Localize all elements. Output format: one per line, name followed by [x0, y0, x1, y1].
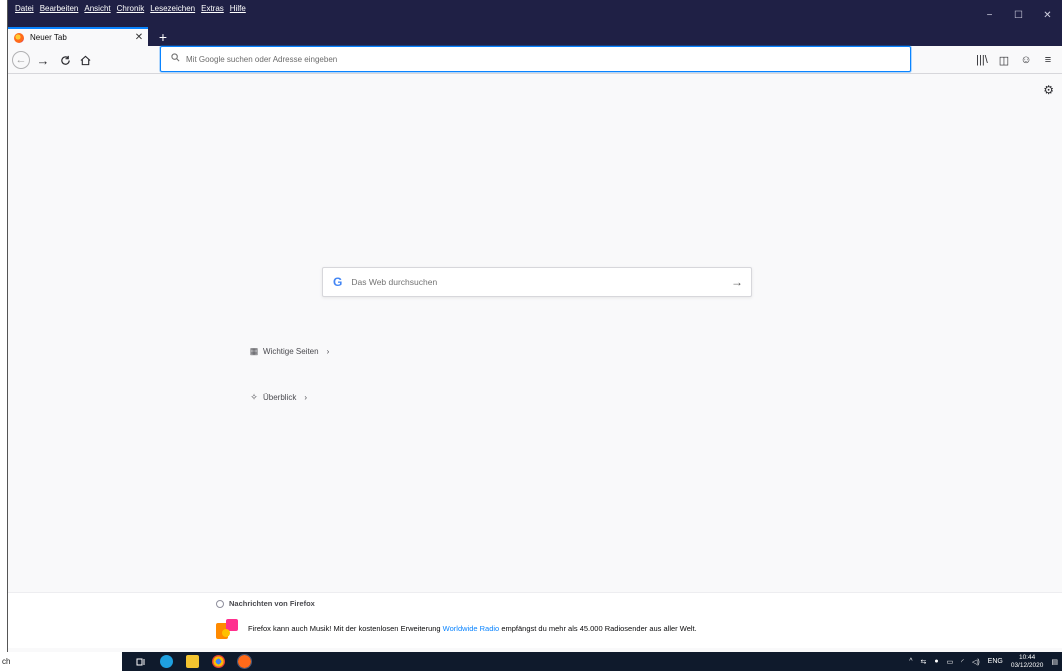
grid-icon: ▦ — [249, 346, 259, 356]
security-icon[interactable]: ● — [934, 658, 938, 665]
edge-icon[interactable] — [160, 655, 173, 668]
firefox-taskbar-icon[interactable] — [237, 654, 252, 669]
tab-label: Neuer Tab — [30, 33, 67, 42]
network-devices-icon[interactable]: ⇆ — [920, 658, 926, 666]
menu-datei[interactable]: Datei — [12, 0, 37, 21]
settings-gear-icon[interactable]: ⚙ — [1043, 83, 1054, 97]
firefox-outline-icon — [216, 599, 224, 608]
toolbar-right: |||\ ◫ ☺ ≡ — [974, 50, 1056, 70]
firefox-window: Datei Bearbeiten Ansicht Chronik Lesezei… — [8, 0, 1062, 648]
new-tab-page: ⚙ G → ▦ Wichtige Seiten › ✧ Überblick › … — [8, 75, 1062, 648]
chevron-right-icon: › — [304, 393, 308, 402]
menu-extras[interactable]: Extras — [198, 0, 227, 21]
tab-close-icon[interactable]: ✕ — [132, 32, 146, 43]
system-tray: ^ ⇆ ● ▭ ◜ ◁) ENG 10:44 03/12/2020 ▤ — [909, 652, 1058, 671]
clock-time: 10:44 — [1018, 653, 1036, 661]
battery-icon[interactable]: ▭ — [947, 658, 954, 666]
navigation-toolbar: ← → |||\ ◫ ☺ ≡ — [8, 46, 1062, 74]
url-bar[interactable] — [160, 46, 911, 72]
windows-taskbar: ch ^ ⇆ ● ▭ ◜ ◁) ENG 10:44 03/12/2020 ▤ — [0, 652, 1062, 671]
google-logo-icon: G — [333, 275, 343, 289]
reload-button[interactable] — [55, 50, 75, 70]
screen: Datei Bearbeiten Ansicht Chronik Lesezei… — [0, 0, 1062, 671]
search-icon — [171, 53, 180, 65]
hamburger-menu-icon[interactable]: ≡ — [1040, 50, 1056, 70]
chevron-right-icon: › — [326, 347, 330, 356]
menu-hilfe[interactable]: Hilfe — [227, 0, 249, 21]
reload-icon — [60, 55, 70, 65]
menu-ansicht[interactable]: Ansicht — [81, 0, 113, 21]
snippet-heading: Nachrichten von Firefox — [216, 599, 315, 608]
web-search-input[interactable] — [351, 277, 723, 287]
window-controls: − ☐ ✕ — [975, 0, 1062, 30]
search-go-arrow-icon[interactable]: → — [723, 275, 751, 289]
forward-button[interactable]: → — [33, 50, 53, 70]
sidebar-icon[interactable]: ◫ — [996, 50, 1012, 70]
library-icon[interactable]: |||\ — [974, 50, 990, 70]
maximize-button[interactable]: ☐ — [1004, 0, 1033, 30]
menu-bar: Datei Bearbeiten Ansicht Chronik Lesezei… — [8, 0, 249, 24]
web-search-box[interactable]: G → — [322, 267, 752, 297]
top-sites-label: Wichtige Seiten — [263, 347, 319, 356]
tab-neuer-tab[interactable]: Neuer Tab ✕ — [8, 27, 148, 46]
minimize-button[interactable]: − — [975, 0, 1004, 30]
firefox-snippet: Nachrichten von Firefox Firefox kann auc… — [8, 592, 1062, 648]
worldwide-radio-link[interactable]: Worldwide Radio — [443, 624, 500, 633]
language-indicator[interactable]: ENG — [988, 658, 1003, 665]
close-button[interactable]: ✕ — [1033, 0, 1062, 30]
home-icon — [80, 55, 90, 65]
taskbar-apps — [134, 654, 252, 669]
wifi-icon[interactable]: ◜ — [961, 658, 964, 666]
menu-bearbeiten[interactable]: Bearbeiten — [37, 0, 82, 21]
puzzle-piece-icon — [214, 615, 240, 641]
highlights-toggle[interactable]: ✧ Überblick › — [249, 392, 307, 403]
clock-date: 03/12/2020 — [1010, 661, 1044, 669]
snippet-text: Firefox kann auch Musik! Mit der kostenl… — [248, 623, 697, 633]
title-bar: Datei Bearbeiten Ansicht Chronik Lesezei… — [8, 0, 1062, 46]
menu-chronik[interactable]: Chronik — [114, 0, 148, 21]
home-button[interactable] — [75, 50, 95, 70]
sparkle-icon: ✧ — [250, 392, 258, 402]
url-input[interactable] — [186, 54, 910, 64]
top-sites-toggle[interactable]: ▦ Wichtige Seiten › — [249, 346, 330, 357]
file-explorer-icon[interactable] — [186, 655, 199, 668]
firefox-icon — [14, 32, 24, 43]
notifications-icon[interactable]: ▤ — [1051, 658, 1058, 666]
taskbar-search[interactable]: ch — [0, 652, 122, 671]
highlights-label: Überblick — [263, 393, 297, 402]
account-icon[interactable]: ☺ — [1018, 50, 1034, 70]
tray-chevron-icon[interactable]: ^ — [909, 658, 912, 665]
snippet-body: Firefox kann auch Musik! Mit der kostenl… — [214, 615, 697, 641]
back-button[interactable]: ← — [12, 51, 30, 69]
chrome-icon[interactable] — [212, 655, 225, 668]
task-view-icon[interactable] — [134, 655, 147, 668]
snippet-heading-text: Nachrichten von Firefox — [229, 599, 315, 608]
menu-lesezeichen[interactable]: Lesezeichen — [147, 0, 198, 21]
window-left-edge — [0, 0, 8, 652]
new-tab-button[interactable]: + — [154, 27, 172, 46]
volume-icon[interactable]: ◁) — [972, 658, 980, 666]
clock[interactable]: 10:44 03/12/2020 — [1011, 654, 1044, 670]
